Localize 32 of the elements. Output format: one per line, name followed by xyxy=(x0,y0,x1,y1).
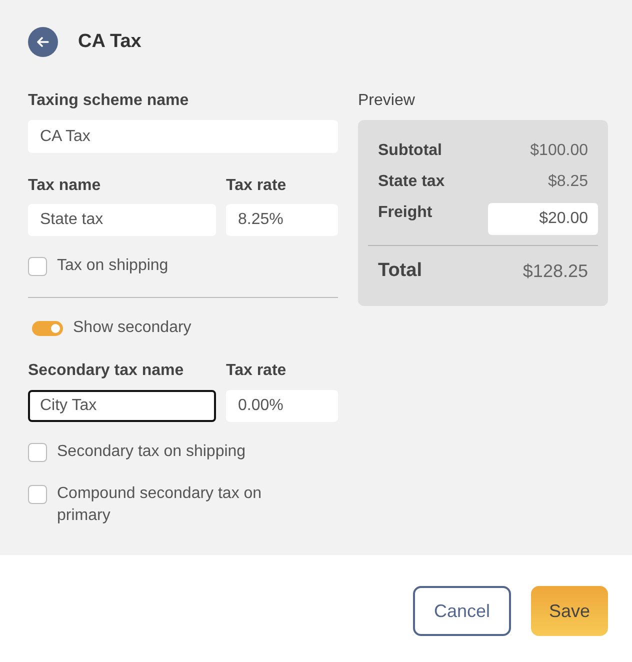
preview-value: $100.00 xyxy=(530,142,589,160)
toggle-switch[interactable] xyxy=(32,320,63,336)
total-label: Total xyxy=(378,260,422,282)
field-label: Secondary tax name xyxy=(28,361,185,381)
preview-title: Preview xyxy=(358,91,416,111)
field-label: Tax rate xyxy=(226,176,288,196)
checkbox[interactable] xyxy=(28,485,47,504)
field-label: Taxing scheme name xyxy=(28,91,190,111)
preview-label: Freight xyxy=(378,203,432,223)
back-button[interactable] xyxy=(28,27,58,57)
save-button[interactable]: Save xyxy=(531,586,608,636)
page-title: CA Tax xyxy=(78,30,142,54)
secondary-tax-rate-input[interactable]: 0.00% xyxy=(226,390,338,422)
checkbox[interactable] xyxy=(28,443,47,462)
tax-rate-input[interactable]: 8.25% xyxy=(226,204,338,236)
secondary-tax-name-input[interactable]: City Tax xyxy=(28,390,216,422)
checkbox-label: Tax on shipping xyxy=(57,256,168,276)
field-label: Tax rate xyxy=(226,361,288,381)
preview-label: State tax xyxy=(378,172,445,190)
checkbox-label: Secondary tax on shipping xyxy=(57,442,246,462)
freight-input[interactable]: $20.00 xyxy=(488,203,598,235)
scheme-name-input[interactable]: CA Tax xyxy=(28,120,338,153)
total-value: $128.25 xyxy=(522,260,589,282)
arrow-left-icon xyxy=(37,37,49,47)
field-label: Tax name xyxy=(28,176,102,196)
cancel-button[interactable]: Cancel xyxy=(413,586,511,636)
preview-label: Subtotal xyxy=(378,142,442,160)
preview-value: $8.25 xyxy=(548,172,589,190)
checkbox[interactable] xyxy=(28,257,47,276)
checkbox-label: Compound secondary tax on primary xyxy=(57,484,263,526)
tax-name-input[interactable]: State tax xyxy=(28,204,216,236)
toggle-label: Show secondary xyxy=(73,318,192,338)
